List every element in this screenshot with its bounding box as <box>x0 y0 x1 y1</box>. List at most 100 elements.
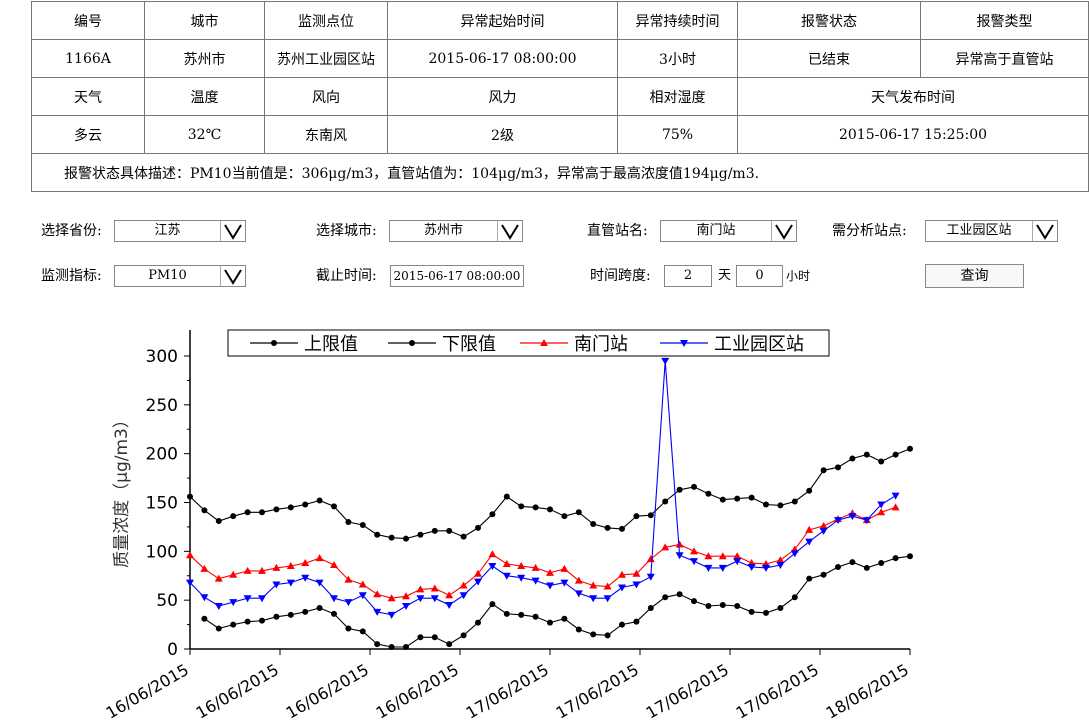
x-tick-label: 17/06/2015 <box>463 660 552 723</box>
alarm-description: 报警状态具体描述：PM10当前值是：306μg/m3，直管站值为：104μg/m… <box>31 153 1089 192</box>
data-point <box>819 527 828 535</box>
y-tick-label: 50 <box>156 591 178 611</box>
data-point <box>388 534 395 541</box>
end-time-input[interactable]: 2015-06-17 08:00:00 <box>390 265 524 287</box>
chevron-down-icon[interactable] <box>1032 221 1057 241</box>
data-point <box>633 513 640 520</box>
data-point <box>705 603 712 610</box>
table-cell: 苏州市 <box>144 39 265 78</box>
data-point <box>676 591 683 598</box>
indicator-value: PM10 <box>148 268 187 283</box>
data-point <box>431 527 438 534</box>
table-cell: 2级 <box>387 115 618 154</box>
data-point <box>691 483 697 490</box>
data-point <box>532 613 539 620</box>
analysis-station-select[interactable]: 工业园区站 <box>925 220 1058 242</box>
indicator-select[interactable]: PM10 <box>114 265 246 287</box>
data-point <box>547 619 553 626</box>
data-point <box>863 451 870 458</box>
data-point <box>676 486 683 493</box>
data-point <box>675 540 684 548</box>
data-point <box>417 531 424 538</box>
data-point <box>359 521 366 528</box>
table-cell: 东南风 <box>264 115 388 154</box>
data-point <box>460 632 467 639</box>
data-point <box>489 511 496 518</box>
table-cell: 异常高于直管站 <box>920 39 1089 78</box>
data-point <box>417 634 424 641</box>
data-point <box>316 497 323 504</box>
city-label: 选择城市: <box>316 223 377 239</box>
x-tick-label: 17/06/2015 <box>733 660 822 723</box>
table-row: 多云 32℃ 东南风 2级 75% 2015-06-17 15:25:00 <box>31 115 1089 154</box>
table-cell: 多云 <box>31 115 145 154</box>
data-point <box>791 594 798 601</box>
data-point <box>201 507 208 514</box>
y-tick-label: 0 <box>167 640 178 660</box>
hours-unit-label: 小时 <box>786 269 811 283</box>
data-point <box>604 524 611 531</box>
header-cell: 异常起始时间 <box>387 1 618 40</box>
data-point <box>273 506 280 513</box>
header-cell: 温度 <box>144 77 265 116</box>
y-tick-label: 300 <box>146 347 178 367</box>
table-header-row: 编号 城市 监测点位 异常起始时间 异常持续时间 报警状态 报警类型 <box>31 1 1089 40</box>
query-button[interactable]: 查询 <box>925 264 1024 288</box>
data-point <box>590 631 597 638</box>
table-cell: 2015-06-17 15:25:00 <box>737 115 1089 154</box>
data-point <box>878 560 885 567</box>
data-point <box>387 611 396 619</box>
chevron-down-icon[interactable] <box>497 221 522 241</box>
data-point <box>561 615 568 622</box>
analysis-station-value: 工业园区站 <box>946 223 1012 238</box>
span-hours-input[interactable]: 0 <box>736 265 783 287</box>
data-point <box>445 602 454 610</box>
legend-marker <box>271 340 277 346</box>
table-cell: 苏州工业园区站 <box>264 39 388 78</box>
data-point <box>316 604 323 611</box>
data-point <box>388 644 395 651</box>
chevron-down-icon[interactable] <box>220 221 245 241</box>
data-point <box>503 493 510 500</box>
station-label: 直管站名: <box>587 223 648 239</box>
data-point <box>604 632 611 639</box>
legend-label: 下限值 <box>442 334 496 355</box>
legend-label: 上限值 <box>304 334 358 355</box>
data-point <box>675 552 684 560</box>
data-point <box>748 494 755 501</box>
data-point <box>230 513 237 520</box>
data-point <box>315 554 324 562</box>
table-cell: 3小时 <box>617 39 738 78</box>
days-unit-label: 天 <box>718 268 732 283</box>
chevron-down-icon[interactable] <box>220 266 245 286</box>
data-point <box>344 599 353 607</box>
data-point <box>403 644 409 651</box>
data-point <box>560 564 569 572</box>
data-point <box>777 502 784 509</box>
city-select[interactable]: 苏州市 <box>389 220 523 242</box>
data-point <box>532 504 539 511</box>
data-point <box>647 512 654 519</box>
data-point <box>403 535 409 542</box>
data-point <box>647 604 654 611</box>
data-point <box>459 592 468 600</box>
station-select[interactable]: 南门站 <box>660 220 797 242</box>
y-tick-label: 200 <box>146 445 178 465</box>
alarm-info-table: 编号 城市 监测点位 异常起始时间 异常持续时间 报警状态 报警类型 1166A… <box>31 1 1089 192</box>
data-point <box>402 592 410 600</box>
chevron-down-icon[interactable] <box>771 221 796 241</box>
y-tick-label: 100 <box>146 542 178 562</box>
description-row: 报警状态具体描述：PM10当前值是：306μg/m3，直管站值为：104μg/m… <box>31 153 1089 192</box>
data-point <box>287 504 294 511</box>
data-point <box>330 561 338 569</box>
data-point <box>402 603 410 611</box>
span-days-input[interactable]: 2 <box>664 265 712 287</box>
province-select[interactable]: 江苏 <box>114 220 246 242</box>
x-tick-label: 18/06/2015 <box>823 660 912 723</box>
header-cell: 天气发布时间 <box>737 77 1089 116</box>
data-point <box>430 584 439 592</box>
data-point <box>835 563 841 570</box>
data-point <box>806 487 813 494</box>
station-value: 南门站 <box>696 223 736 238</box>
data-point <box>892 555 899 562</box>
